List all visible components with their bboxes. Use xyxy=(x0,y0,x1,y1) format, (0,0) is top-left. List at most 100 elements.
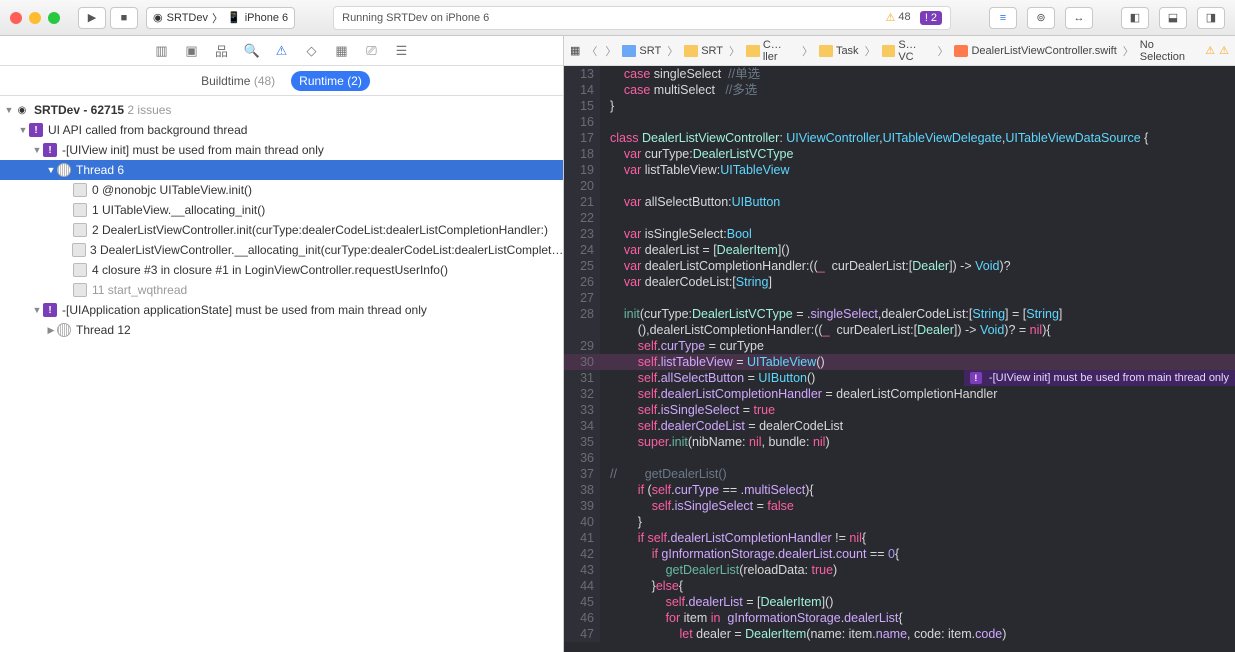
editor-pane: ▦ 〈 〉 SRT〉 SRT〉 C…ller〉 Task〉 S…VC〉 Deal… xyxy=(564,36,1235,652)
scheme-selector[interactable]: ◉ SRTDev 〉 📱 iPhone 6 xyxy=(146,7,295,29)
code-line[interactable]: var allSelectButton:UIButton xyxy=(600,194,1235,210)
code-line[interactable]: } xyxy=(600,514,1235,530)
code-line[interactable]: self.isSingleSelect = true xyxy=(600,402,1235,418)
find-nav-icon[interactable]: 🔍 xyxy=(244,43,260,59)
breadcrumb-file[interactable]: DealerListViewController.swift xyxy=(954,45,1116,57)
code-line[interactable]: (),dealerListCompletionHandler:((_ curDe… xyxy=(600,322,1235,338)
code-line[interactable]: var dealerListCompletionHandler:((_ curD… xyxy=(600,258,1235,274)
related-items-icon[interactable]: ▦ xyxy=(570,44,580,57)
code-line[interactable]: super.init(nibName: nil, bundle: nil) xyxy=(600,434,1235,450)
line-number: 30 xyxy=(564,354,600,370)
code-line[interactable]: var dealerCodeList:[String] xyxy=(600,274,1235,290)
activity-status[interactable]: Running SRTDev on iPhone 6 ⚠48 ! 2 xyxy=(333,6,951,30)
line-number: 13 xyxy=(564,66,600,82)
zoom-icon[interactable] xyxy=(48,12,60,24)
code-line[interactable] xyxy=(600,114,1235,130)
line-number: 38 xyxy=(564,482,600,498)
issue-stepper-icon[interactable]: ⚠ xyxy=(1205,44,1215,57)
panel-left-icon[interactable]: ◧ xyxy=(1121,7,1149,29)
source-editor[interactable]: 1314151617181920212223242526272829303132… xyxy=(564,66,1235,652)
minimize-icon[interactable] xyxy=(29,12,41,24)
breadcrumb[interactable]: SRT xyxy=(684,45,723,57)
code-line[interactable]: // getDealerList() xyxy=(600,466,1235,482)
tree-frame[interactable]: 2 DealerListViewController.init(curType:… xyxy=(0,220,563,240)
error-badge[interactable]: ! 2 xyxy=(920,11,942,25)
test-nav-icon[interactable]: ◇ xyxy=(304,43,320,59)
code-line[interactable]: getDealerList(reloadData: true) xyxy=(600,562,1235,578)
breadcrumb[interactable]: Task xyxy=(819,45,859,57)
symbol-nav-icon[interactable]: 品 xyxy=(214,41,230,60)
tab-buildtime[interactable]: Buildtime (48) xyxy=(193,71,283,91)
jump-bar[interactable]: ▦ 〈 〉 SRT〉 SRT〉 C…ller〉 Task〉 S…VC〉 Deal… xyxy=(564,36,1235,66)
breadcrumb[interactable]: S…VC xyxy=(882,39,932,63)
line-number: 21 xyxy=(564,194,600,210)
forward-icon[interactable]: 〉 xyxy=(603,43,618,59)
tree-issue-group[interactable]: ▼! UI API called from background thread xyxy=(0,120,563,140)
code-line[interactable]: if self.dealerListCompletionHandler != n… xyxy=(600,530,1235,546)
code-line[interactable]: var curType:DealerListVCType xyxy=(600,146,1235,162)
code-line[interactable]: var isSingleSelect:Bool xyxy=(600,226,1235,242)
warning-badge[interactable]: ⚠48 xyxy=(886,11,911,24)
breakpoint-nav-icon[interactable]: ⎚ xyxy=(364,43,380,59)
code-line[interactable]: self.dealerListCompletionHandler = deale… xyxy=(600,386,1235,402)
tree-frame[interactable]: 0 @nonobjc UITableView.init() xyxy=(0,180,563,200)
tree-frame[interactable]: 4 closure #3 in closure #1 in LoginViewC… xyxy=(0,260,563,280)
code-line[interactable]: self.allSelectButton = UIButton() xyxy=(600,370,1235,386)
tree-issue-item[interactable]: ▼! -[UIView init] must be used from main… xyxy=(0,140,563,160)
code-line[interactable]: case multiSelect //多选 xyxy=(600,82,1235,98)
close-icon[interactable] xyxy=(10,12,22,24)
code-line[interactable]: self.dealerCodeList = dealerCodeList xyxy=(600,418,1235,434)
stop-button[interactable]: ■ xyxy=(110,7,138,29)
code-line[interactable]: self.listTableView = UITableView()! -[UI… xyxy=(600,354,1235,370)
code-line[interactable] xyxy=(600,178,1235,194)
tree-project[interactable]: ▼◉ SRTDev - 62715 2 issues xyxy=(0,100,563,120)
panel-bottom-icon[interactable]: ⬓ xyxy=(1159,7,1187,29)
debug-nav-icon[interactable]: ▦ xyxy=(334,43,350,59)
code-line[interactable]: var listTableView:UITableView xyxy=(600,162,1235,178)
code-line[interactable]: class DealerListViewController: UIViewCo… xyxy=(600,130,1235,146)
code-line[interactable]: } xyxy=(600,98,1235,114)
editor-version-icon[interactable]: ↔ xyxy=(1065,7,1093,29)
project-nav-icon[interactable]: ▥ xyxy=(154,43,170,59)
back-icon[interactable]: 〈 xyxy=(584,43,599,59)
tree-issue-item[interactable]: ▼! -[UIApplication applicationState] mus… xyxy=(0,300,563,320)
code-line[interactable]: init(curType:DealerListVCType = .singleS… xyxy=(600,306,1235,322)
code-line[interactable]: self.dealerList = [DealerItem]() xyxy=(600,594,1235,610)
issue-nav-icon[interactable]: ⚠ xyxy=(274,43,290,59)
code-line[interactable]: var dealerList = [DealerItem]() xyxy=(600,242,1235,258)
code-line[interactable]: let dealer = DealerItem(name: item.name,… xyxy=(600,626,1235,642)
window-controls xyxy=(10,12,60,24)
code-line[interactable] xyxy=(600,210,1235,226)
tree-frame[interactable]: 11 start_wqthread xyxy=(0,280,563,300)
code-line[interactable]: self.curType = curType xyxy=(600,338,1235,354)
code-line[interactable]: case singleSelect //单选 xyxy=(600,66,1235,82)
issue-stepper-icon[interactable]: ⚠ xyxy=(1219,44,1229,57)
code-line[interactable]: if (self.curType == .multiSelect){ xyxy=(600,482,1235,498)
scheme-name: SRTDev xyxy=(167,12,208,24)
editor-standard-icon[interactable]: ≡ xyxy=(989,7,1017,29)
code-line[interactable] xyxy=(600,450,1235,466)
tree-thread-6[interactable]: ▼ Thread 6 xyxy=(0,160,563,180)
run-button[interactable]: ▶ xyxy=(78,7,106,29)
tab-runtime[interactable]: Runtime (2) xyxy=(291,71,370,91)
line-number: 26 xyxy=(564,274,600,290)
tree-frame[interactable]: 3 DealerListViewController.__allocating_… xyxy=(0,240,563,260)
tree-thread-12[interactable]: ▶ Thread 12 xyxy=(0,320,563,340)
line-number: 35 xyxy=(564,434,600,450)
code-line[interactable]: if gInformationStorage.dealerList.count … xyxy=(600,546,1235,562)
code-line[interactable] xyxy=(600,290,1235,306)
code-line[interactable]: for item in gInformationStorage.dealerLi… xyxy=(600,610,1235,626)
code-line[interactable]: self.isSingleSelect = false xyxy=(600,498,1235,514)
titlebar: ▶ ■ ◉ SRTDev 〉 📱 iPhone 6 Running SRTDev… xyxy=(0,0,1235,36)
tree-frame[interactable]: 1 UITableView.__allocating_init() xyxy=(0,200,563,220)
breadcrumb[interactable]: SRT xyxy=(622,45,661,57)
editor-assistant-icon[interactable]: ⊚ xyxy=(1027,7,1055,29)
breadcrumb-selection[interactable]: No Selection xyxy=(1140,39,1201,63)
breadcrumb[interactable]: C…ller xyxy=(746,39,796,63)
panel-right-icon[interactable]: ◨ xyxy=(1197,7,1225,29)
line-number: 43 xyxy=(564,562,600,578)
code-line[interactable]: }else{ xyxy=(600,578,1235,594)
source-nav-icon[interactable]: ▣ xyxy=(184,43,200,59)
line-number: 31 xyxy=(564,370,600,386)
report-nav-icon[interactable]: ☰ xyxy=(394,43,410,59)
